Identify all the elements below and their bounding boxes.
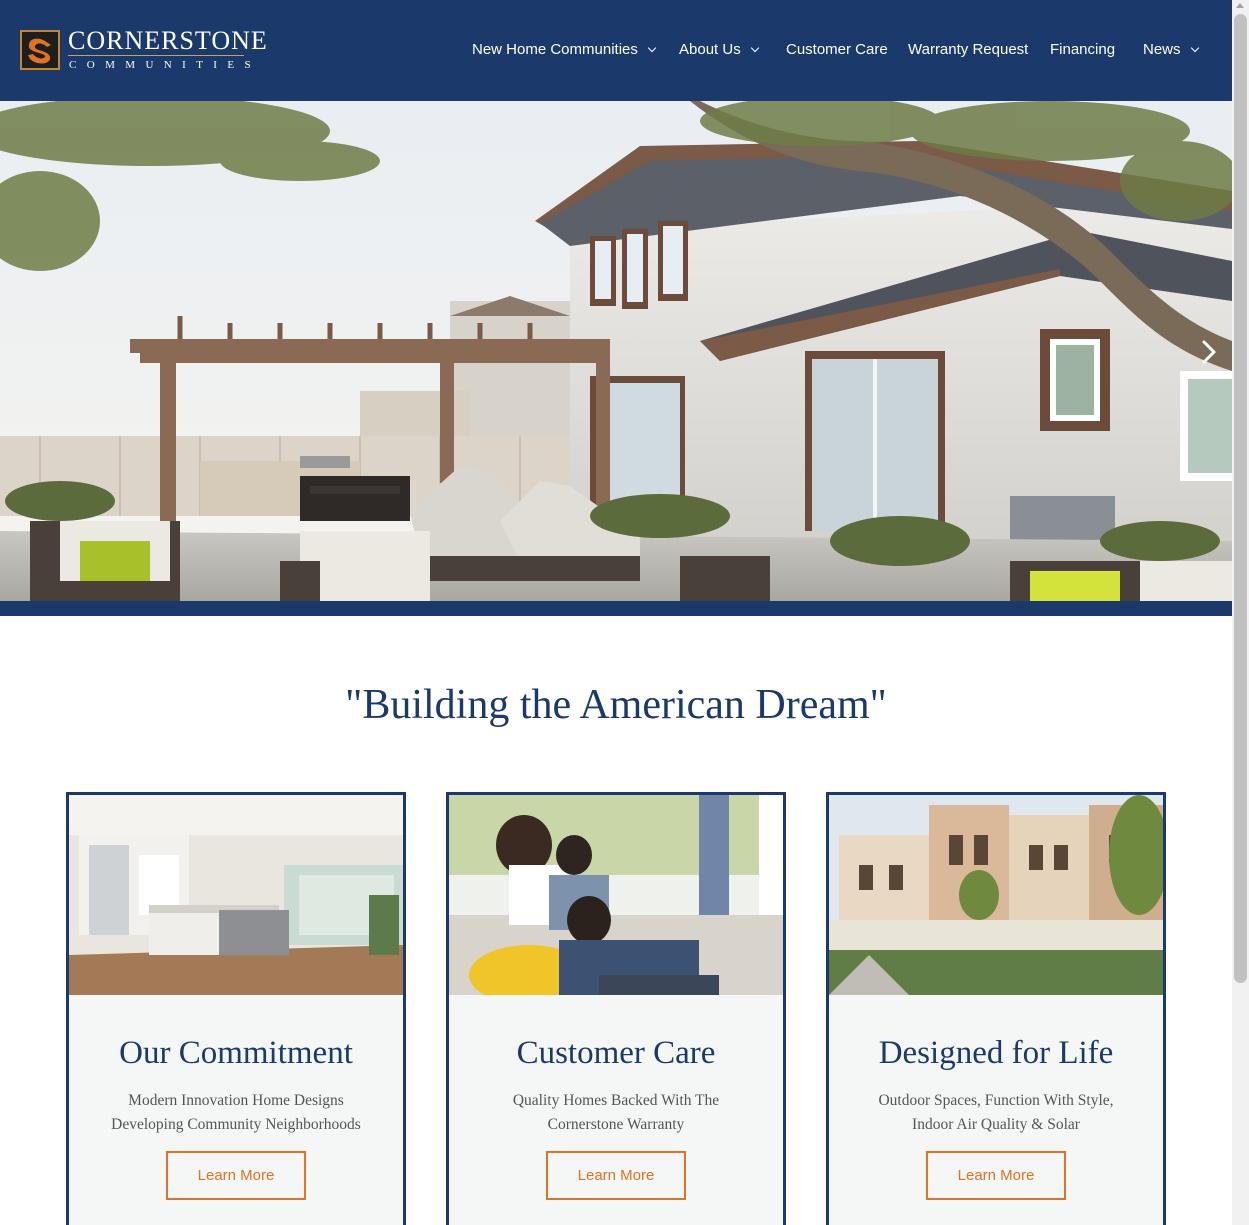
site-header: CORNERSTONE COMMUNITIES New Home Communi… bbox=[0, 0, 1232, 101]
nav-warranty-request[interactable]: Warranty Request bbox=[908, 38, 1028, 62]
scrollbar-thumb[interactable] bbox=[1234, 14, 1247, 983]
hero-slider-image bbox=[0, 101, 1232, 601]
chevron-down-icon bbox=[750, 43, 759, 53]
nav-label: About Us bbox=[679, 41, 741, 58]
card-image-family bbox=[449, 795, 783, 995]
card-desc-line: Modern Innovation Home Designs bbox=[128, 1092, 344, 1109]
nav-new-home-communities[interactable]: New Home Communities bbox=[472, 38, 657, 62]
card-desc-line: Quality Homes Backed With The bbox=[512, 1092, 720, 1109]
learn-more-button[interactable]: Learn More bbox=[926, 1151, 1066, 1200]
card-desc-line: Cornerstone Warranty bbox=[547, 1116, 685, 1133]
card-description: Quality Homes Backed With The Cornerston… bbox=[459, 1089, 773, 1137]
hero-bottom-strip bbox=[0, 601, 1232, 616]
card-desc-line: Developing Community Neighborhoods bbox=[111, 1116, 361, 1133]
logo-wordmark: CORNERSTONE bbox=[68, 26, 268, 55]
card-title: Customer Care bbox=[516, 1035, 716, 1071]
card-description: Modern Innovation Home Designs Developin… bbox=[79, 1089, 393, 1137]
card-title: Our Commitment bbox=[119, 1035, 353, 1071]
chevron-down-icon bbox=[647, 43, 657, 53]
chevron-down-icon bbox=[1190, 43, 1199, 53]
card-image-kitchen bbox=[69, 795, 403, 995]
slider-next-button[interactable] bbox=[1196, 335, 1222, 369]
page-tagline: "Building the American Dream" bbox=[345, 682, 887, 728]
card-title: Designed for Life bbox=[878, 1035, 1114, 1071]
scroll-up-arrow-icon[interactable] bbox=[1236, 3, 1244, 8]
nav-label: News bbox=[1143, 41, 1181, 58]
nav-customer-care[interactable]: Customer Care bbox=[786, 38, 888, 62]
learn-more-button[interactable]: Learn More bbox=[546, 1151, 686, 1200]
card-customer-care: Customer Care Quality Homes Backed With … bbox=[446, 792, 786, 1225]
chevron-right-icon bbox=[1202, 340, 1216, 364]
logo-subtitle: COMMUNITIES bbox=[69, 59, 262, 71]
logo-mark-icon bbox=[20, 30, 60, 70]
nav-financing[interactable]: Financing bbox=[1050, 38, 1115, 62]
cornerstone-logo[interactable]: CORNERSTONE COMMUNITIES bbox=[20, 28, 267, 74]
card-image-townhomes bbox=[829, 795, 1163, 995]
learn-more-button[interactable]: Learn More bbox=[166, 1151, 306, 1200]
card-desc-line: Indoor Air Quality & Solar bbox=[912, 1116, 1080, 1133]
logo-divider bbox=[68, 55, 244, 56]
nav-label: Customer Care bbox=[786, 41, 888, 58]
nav-news[interactable]: News bbox=[1143, 38, 1199, 62]
card-desc-line: Outdoor Spaces, Function With Style, bbox=[878, 1092, 1114, 1109]
nav-label: Warranty Request bbox=[908, 41, 1029, 58]
card-our-commitment: Our Commitment Modern Innovation Home De… bbox=[66, 792, 406, 1225]
nav-label: Financing bbox=[1050, 41, 1116, 58]
card-description: Outdoor Spaces, Function With Style, Ind… bbox=[839, 1089, 1153, 1137]
nav-label: New Home Communities bbox=[472, 41, 638, 58]
card-designed-for-life: Designed for Life Outdoor Spaces, Functi… bbox=[826, 792, 1166, 1225]
nav-about-us[interactable]: About Us bbox=[679, 38, 759, 62]
